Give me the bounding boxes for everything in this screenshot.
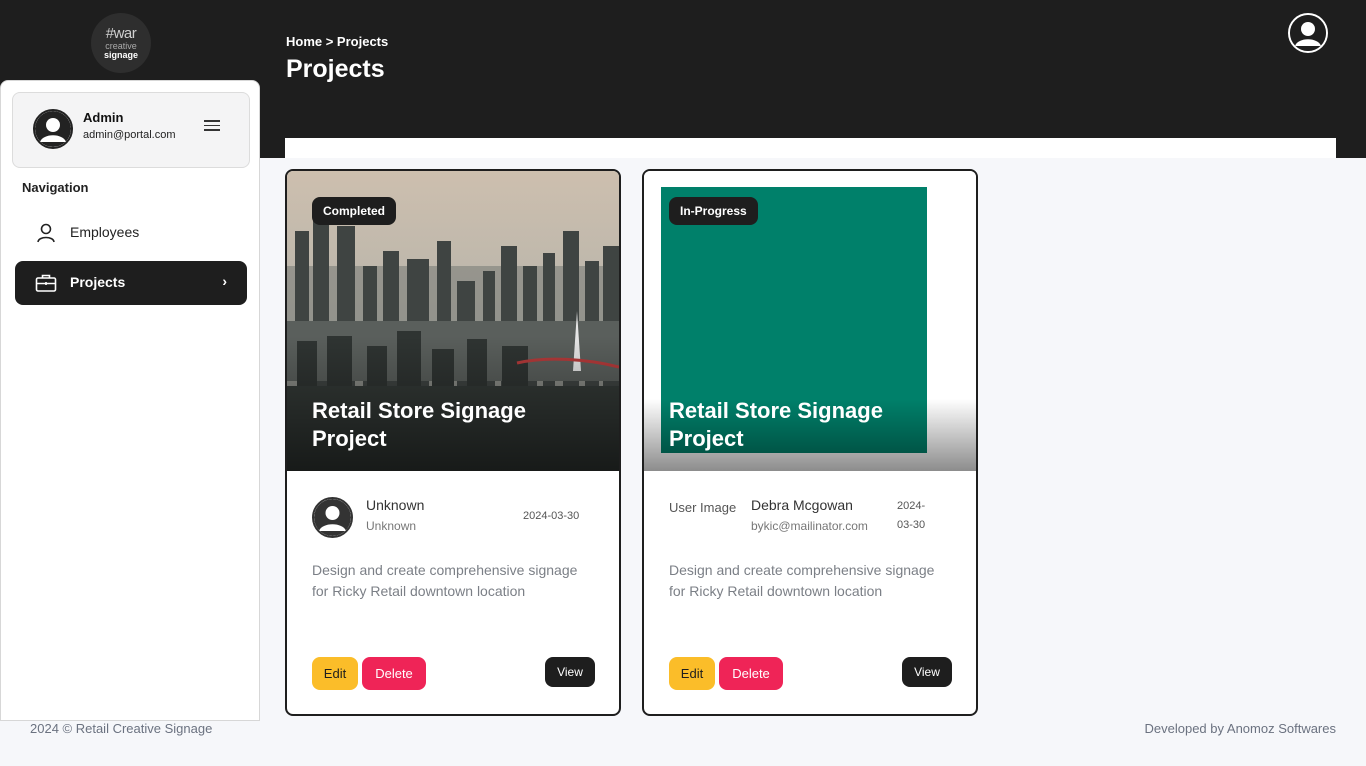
avatar: [312, 497, 353, 538]
project-title: Retail Store Signage Project: [312, 398, 526, 451]
sidebar-item-projects[interactable]: Projects ›: [15, 261, 247, 305]
delete-button[interactable]: Delete: [362, 657, 426, 690]
user-avatar-icon: [314, 499, 351, 536]
broken-image: User Image: [669, 500, 737, 515]
status-badge: Completed: [312, 197, 397, 225]
user-avatar-icon: [1290, 15, 1326, 51]
project-date: 03-30: [897, 519, 926, 531]
content-toolbar: [285, 138, 1336, 158]
avatar: [33, 109, 73, 149]
brand-logo[interactable]: #war creative signage: [91, 13, 151, 73]
edit-button[interactable]: Edit: [669, 657, 715, 690]
logo-line-1: #war: [105, 25, 137, 42]
chevron-right-icon: ›: [222, 273, 227, 289]
owner-subtitle: Unknown: [366, 519, 417, 533]
project-date: 2024-03-30: [523, 510, 580, 522]
project-image: Completed Retail Store Signage Project: [287, 171, 619, 471]
logo-line-3: signage: [103, 50, 138, 60]
sidebar-item-employees[interactable]: Employees: [15, 211, 247, 255]
profile-avatar-button[interactable]: [1288, 13, 1328, 53]
hamburger-menu-icon[interactable]: [203, 117, 221, 135]
user-email: admin@portal.com: [83, 129, 176, 141]
user-avatar-icon: [35, 111, 71, 147]
sidebar: Admin admin@portal.com Navigation Employ…: [0, 80, 260, 721]
project-image: In-Progress Retail Store Signage Project: [644, 171, 976, 471]
project-title: Retail Store Signage Project: [669, 398, 883, 451]
status-badge: In-Progress: [669, 197, 758, 225]
briefcase-icon: [35, 274, 57, 292]
project-card: In-Progress Retail Store Signage Project…: [642, 169, 978, 716]
owner-name: Debra Mcgowan: [751, 497, 853, 513]
user-name: Admin: [83, 110, 124, 125]
delete-button[interactable]: Delete: [719, 657, 783, 690]
project-date: 2024-: [897, 500, 926, 512]
owner-subtitle: bykic@mailinator.com: [751, 519, 868, 533]
sidebar-item-label: Employees: [70, 224, 140, 240]
view-button[interactable]: View: [902, 657, 952, 687]
user-icon: [37, 223, 55, 243]
page-title: Projects: [286, 55, 385, 83]
breadcrumb[interactable]: Home > Projects: [286, 34, 388, 49]
owner-name: Unknown: [366, 497, 425, 513]
project-card: Completed Retail Store Signage Project U…: [285, 169, 621, 716]
edit-button[interactable]: Edit: [312, 657, 358, 690]
sidebar-item-label: Projects: [70, 274, 126, 290]
nav-heading: Navigation: [22, 180, 89, 195]
project-description: Design and create comprehensive signage …: [669, 562, 935, 599]
project-description: Design and create comprehensive signage …: [312, 562, 578, 599]
user-profile-card: Admin admin@portal.com: [12, 92, 250, 168]
footer-copyright: 2024 © Retail Creative Signage: [30, 721, 213, 736]
footer-credit[interactable]: Developed by Anomoz Softwares: [1145, 721, 1337, 736]
view-button[interactable]: View: [545, 657, 595, 687]
